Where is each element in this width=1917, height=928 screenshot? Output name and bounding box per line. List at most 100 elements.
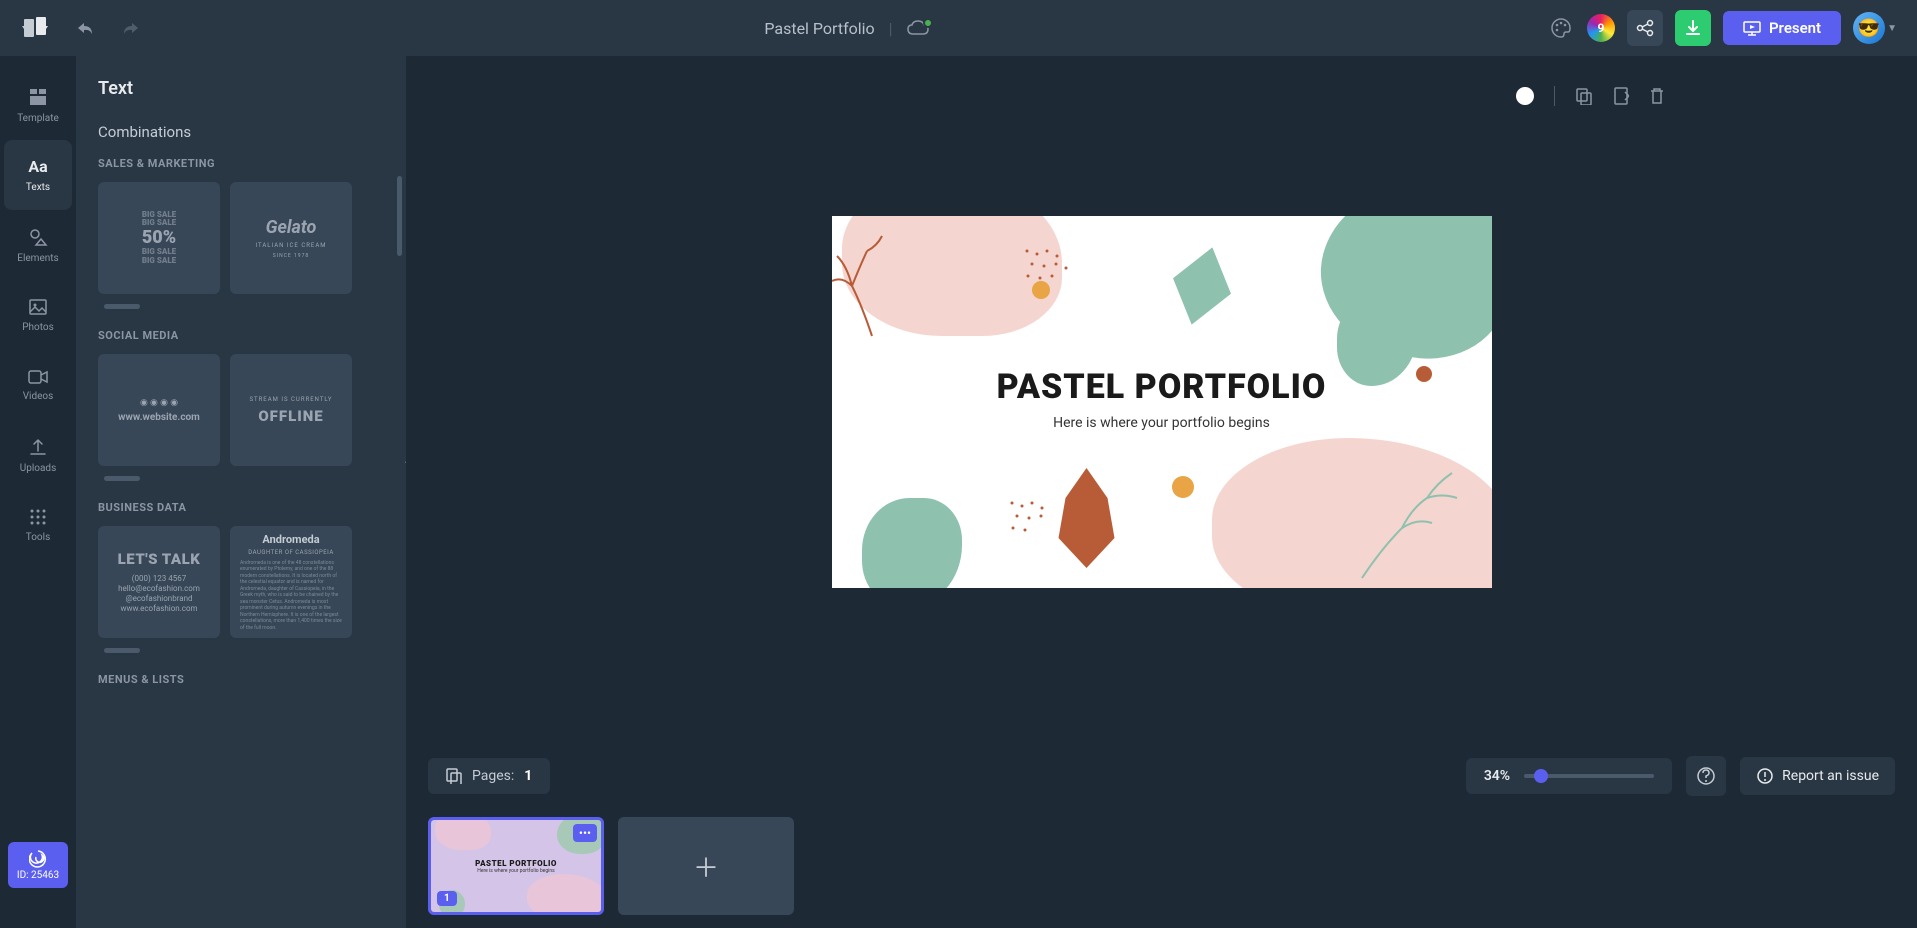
delete-icon[interactable] [1649,87,1665,105]
pages-label: Pages: [472,768,514,784]
canvas-toolbar [1516,86,1665,106]
combo-card-gelato[interactable]: Gelato ITALIAN ICE CREAM SINCE 1978 [230,182,352,294]
scroll-indicator[interactable] [104,648,140,653]
duplicate-icon[interactable] [1575,87,1593,105]
app-logo[interactable] [20,13,50,43]
subsection-menus: MENUS & LISTS [98,673,384,686]
topbar-left [20,13,146,43]
report-issue-button[interactable]: Report an issue [1740,757,1895,795]
nav-photos[interactable]: Photos [4,280,72,350]
decor-leaf [1162,240,1241,333]
id-badge-label: ID: 25463 [17,870,59,881]
sync-ok-badge [923,18,933,28]
combo-card-andromeda[interactable]: Andromeda DAUGHTER OF CASSIOPEIA Androme… [230,526,352,638]
zoom-thumb[interactable] [1534,769,1548,783]
nav-uploads-label: Uploads [20,463,56,474]
canvas-viewport[interactable]: PASTEL PORTFOLIO Here is where your port… [406,56,1917,748]
present-label: Present [1769,19,1821,37]
add-slide-button[interactable]: ＋ [618,817,794,915]
combo-card-talk[interactable]: LET'S TALK (000) 123 4567 hello@ecofashi… [98,526,220,638]
card-row-business: LET'S TALK (000) 123 4567 hello@ecofashi… [98,526,384,638]
decor-branch [1342,458,1482,588]
user-avatar[interactable]: 😎 [1853,12,1885,44]
undo-redo-group [70,14,146,42]
decor-dots [1022,246,1082,296]
topbar-center: Pastel Portfolio | [162,19,1531,38]
slide-content: PASTEL PORTFOLIO Here is where your port… [997,367,1327,431]
subsection-sales: SALES & MARKETING [98,157,384,170]
panel-title: Text [98,78,384,99]
topbar: Pastel Portfolio | 9 Present 😎 ▼ [0,0,1917,56]
nav-template-label: Template [17,113,59,124]
subsection-social: SOCIAL MEDIA [98,329,384,342]
scroll-indicator[interactable] [104,476,140,481]
card-row-social: ◉ ◉ ◉ ◉ www.website.com STREAM IS CURREN… [98,354,384,466]
template-icon [28,87,48,107]
nav-tools[interactable]: Tools [4,490,72,560]
nav-elements[interactable]: Elements [4,210,72,280]
zoom-slider[interactable] [1524,774,1654,778]
combo-card-website[interactable]: ◉ ◉ ◉ ◉ www.website.com [98,354,220,466]
footer-controls: Pages: 1 34% Report an issue [406,748,1917,804]
nav-template[interactable]: Template [4,70,72,140]
decor-circle [1416,366,1432,382]
separator [1554,86,1555,106]
id-badge[interactable]: ID: 25463 [8,842,68,888]
share-button[interactable] [1627,10,1663,46]
nav-videos-label: Videos [23,391,54,402]
combo-card-offline[interactable]: STREAM IS CURRENTLY OFFLINE [230,354,352,466]
nav-videos[interactable]: Videos [4,350,72,420]
nav-texts[interactable]: Aa Texts [4,140,72,210]
decor-blob [1337,296,1417,386]
download-button[interactable] [1675,10,1711,46]
zoom-control: 34% [1466,758,1672,794]
section-combinations: Combinations [98,123,384,141]
pages-count: 1 [524,768,532,784]
help-button[interactable] [1686,756,1726,796]
elements-icon [28,227,48,247]
nav-elements-label: Elements [17,253,58,264]
uploads-icon [29,437,47,457]
nav-tools-label: Tools [26,532,50,543]
canvas-area: PASTEL PORTFOLIO Here is where your port… [406,56,1917,928]
present-button[interactable]: Present [1723,11,1841,45]
slide-thumbnail-1[interactable]: PASTEL PORTFOLIO Here is where your port… [428,817,604,915]
sync-status-icon[interactable] [907,20,929,36]
side-panel: Text Combinations SALES & MARKETING BIG … [76,56,406,928]
thumb-title: PASTEL PORTFOLIO [475,859,557,868]
selection-handle[interactable] [1516,87,1534,105]
thumb-menu-button[interactable]: ••• [573,824,597,842]
undo-button[interactable] [70,14,98,42]
topbar-right: 9 Present 😎 ▼ [1547,10,1897,46]
card-row-sales: BIG SALE BIG SALE 50% BIG SALE BIG SALE … [98,182,384,294]
panel-scrollbar[interactable] [397,176,402,256]
palette-icon[interactable] [1547,14,1575,42]
export-page-icon[interactable] [1613,86,1629,106]
decor-blob [862,498,962,588]
nav-photos-label: Photos [22,322,54,333]
main: Template Aa Texts Elements Photos Videos… [0,56,1917,928]
scroll-indicator[interactable] [104,304,140,309]
pages-button[interactable]: Pages: 1 [428,758,550,794]
tools-icon [29,508,47,526]
slides-strip: PASTEL PORTFOLIO Here is where your port… [406,804,1917,928]
redo-button[interactable] [118,14,146,42]
slide-title[interactable]: PASTEL PORTFOLIO [997,367,1327,407]
photos-icon [28,298,48,316]
credits-badge[interactable]: 9 [1587,14,1615,42]
nav-texts-label: Texts [26,182,50,193]
report-label: Report an issue [1782,768,1879,784]
decor-circle [1172,476,1194,498]
zoom-value: 34% [1484,768,1510,784]
panel-collapse-handle[interactable]: ◀ [398,396,406,526]
thumb-number-badge: 1 [437,891,457,906]
slide-canvas[interactable]: PASTEL PORTFOLIO Here is where your port… [832,216,1492,588]
thumb-sub: Here is where your portfolio begins [475,868,557,874]
document-title[interactable]: Pastel Portfolio [764,19,874,38]
combo-card-bigsale[interactable]: BIG SALE BIG SALE 50% BIG SALE BIG SALE [98,182,220,294]
slide-subtitle[interactable]: Here is where your portfolio begins [997,415,1327,431]
credits-value: 9 [1597,21,1604,35]
nav-uploads[interactable]: Uploads [4,420,72,490]
avatar-caret-icon[interactable]: ▼ [1887,23,1897,34]
left-nav: Template Aa Texts Elements Photos Videos… [0,56,76,928]
